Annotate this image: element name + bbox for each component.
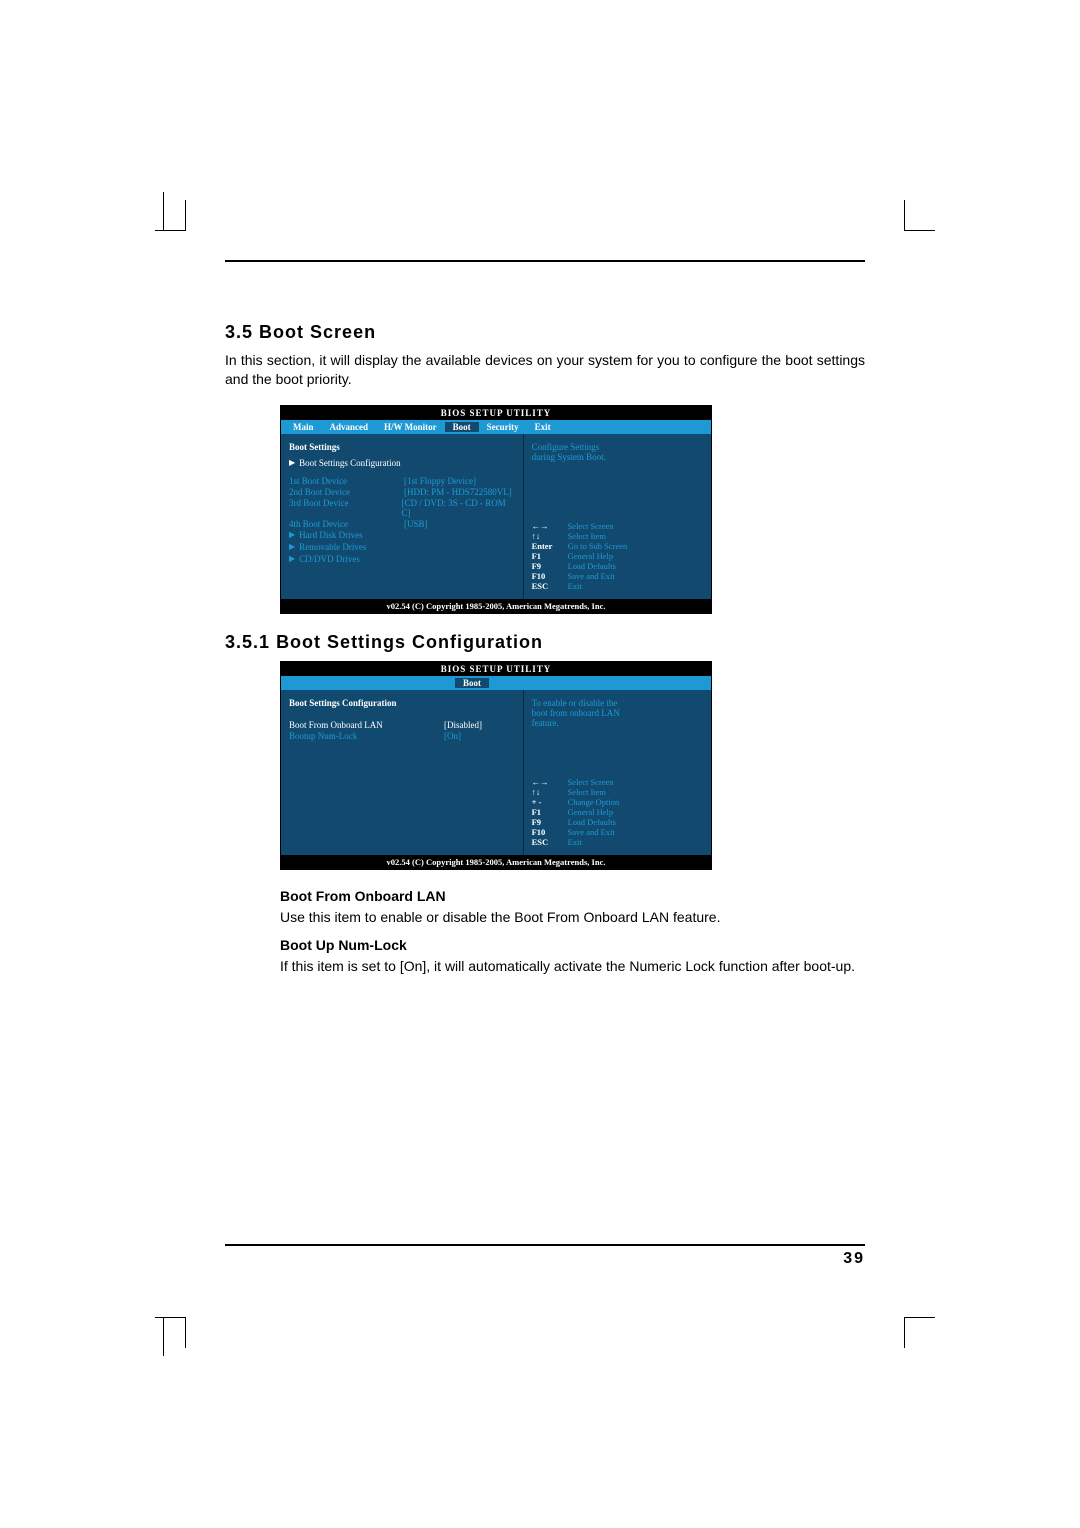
section-number: 3.5 — [225, 322, 253, 342]
bios-menu-bar: Boot — [281, 676, 711, 690]
definition-body: If this item is set to [On], it will aut… — [280, 957, 865, 976]
definitions: Boot From Onboard LAN Use this item to e… — [280, 888, 865, 976]
menu-main[interactable]: Main — [285, 422, 322, 432]
menu-hwmonitor[interactable]: H/W Monitor — [376, 422, 445, 432]
crop-mark-tl — [155, 200, 186, 231]
bios-title: BIOS SETUP UTILITY — [281, 406, 711, 420]
boot-device-row[interactable]: 3rd Boot Device[CD / DVD: 3S - CD - ROM … — [289, 498, 515, 518]
page-footer: 39 — [225, 1244, 865, 1268]
triangle-icon: ▶ — [289, 542, 295, 551]
triangle-icon: ▶ — [289, 554, 295, 563]
bios-boot-config: BIOS SETUP UTILITY Boot Boot Settings Co… — [280, 661, 712, 870]
help-description: Configure Settings during System Boot. — [532, 442, 703, 463]
subsection-number: 3.5.1 — [225, 632, 270, 652]
submenu-label: Boot Settings Configuration — [299, 458, 401, 468]
section-intro: In this section, it will display the ava… — [225, 351, 865, 389]
help-keys: ←→Select Screen ↑↓Select Item + -Change … — [532, 777, 703, 847]
boot-device-row[interactable]: 2nd Boot Device[HDD: PM - HDS722580VL] — [289, 487, 515, 497]
menu-security[interactable]: Security — [479, 422, 527, 432]
menu-exit[interactable]: Exit — [527, 422, 559, 432]
subsection-title-text: Boot Settings Configuration — [276, 632, 543, 652]
definition-title: Boot From Onboard LAN — [280, 888, 865, 904]
crop-mark-bl — [155, 1317, 186, 1348]
pane-header: Boot Settings Configuration — [289, 698, 515, 708]
submenu-boot-settings-config[interactable]: ▶ Boot Settings Configuration — [289, 458, 515, 468]
bios-body: Boot Settings ▶ Boot Settings Configurat… — [281, 434, 711, 599]
config-row[interactable]: Bootup Num-Lock [On] — [289, 731, 515, 741]
crop-mark-tr — [904, 200, 935, 231]
bios-copyright: v02.54 (C) Copyright 1985-2005, American… — [281, 599, 711, 613]
config-row-selected[interactable]: Boot From Onboard LAN [Disabled] — [289, 720, 515, 730]
triangle-icon: ▶ — [289, 530, 295, 539]
menu-boot[interactable]: Boot — [445, 422, 479, 432]
bios-copyright: v02.54 (C) Copyright 1985-2005, American… — [281, 855, 711, 869]
definition-title: Boot Up Num-Lock — [280, 937, 865, 953]
definition-body: Use this item to enable or disable the B… — [280, 908, 865, 927]
header-rule — [225, 260, 865, 262]
pane-header: Boot Settings — [289, 442, 515, 452]
bios-right-pane: To enable or disable the boot from onboa… — [523, 690, 711, 855]
bios-left-pane: Boot Settings ▶ Boot Settings Configurat… — [281, 434, 523, 599]
bios-right-pane: Configure Settings during System Boot. ←… — [523, 434, 711, 599]
submenu-cddvd[interactable]: ▶CD/DVD Drives — [289, 554, 515, 564]
subsection-heading: 3.5.1 Boot Settings Configuration — [225, 632, 865, 653]
triangle-icon: ▶ — [289, 458, 295, 467]
section-heading: 3.5 Boot Screen — [225, 322, 865, 343]
submenu-hdd[interactable]: ▶Hard Disk Drives — [289, 530, 515, 540]
boot-device-row[interactable]: 4th Boot Device[USB] — [289, 519, 515, 529]
section-title-text: Boot Screen — [259, 322, 376, 342]
help-keys: ←→Select Screen ↑↓Select Item EnterGo to… — [532, 521, 703, 591]
bios-menu-bar: Main Advanced H/W Monitor Boot Security … — [281, 420, 711, 434]
crop-mark-br — [904, 1317, 935, 1348]
help-description: To enable or disable the boot from onboa… — [532, 698, 703, 729]
boot-device-row[interactable]: 1st Boot Device[1st Floppy Device] — [289, 476, 515, 486]
bios-boot-screen: BIOS SETUP UTILITY Main Advanced H/W Mon… — [280, 405, 712, 614]
bios-title: BIOS SETUP UTILITY — [281, 662, 711, 676]
menu-advanced[interactable]: Advanced — [322, 422, 377, 432]
menu-boot[interactable]: Boot — [455, 678, 489, 688]
bios-left-pane: Boot Settings Configuration Boot From On… — [281, 690, 523, 855]
page-content: 3.5 Boot Screen In this section, it will… — [225, 260, 865, 986]
bios-body: Boot Settings Configuration Boot From On… — [281, 690, 711, 855]
page-number: 39 — [843, 1250, 865, 1267]
submenu-removable[interactable]: ▶Removable Drives — [289, 542, 515, 552]
